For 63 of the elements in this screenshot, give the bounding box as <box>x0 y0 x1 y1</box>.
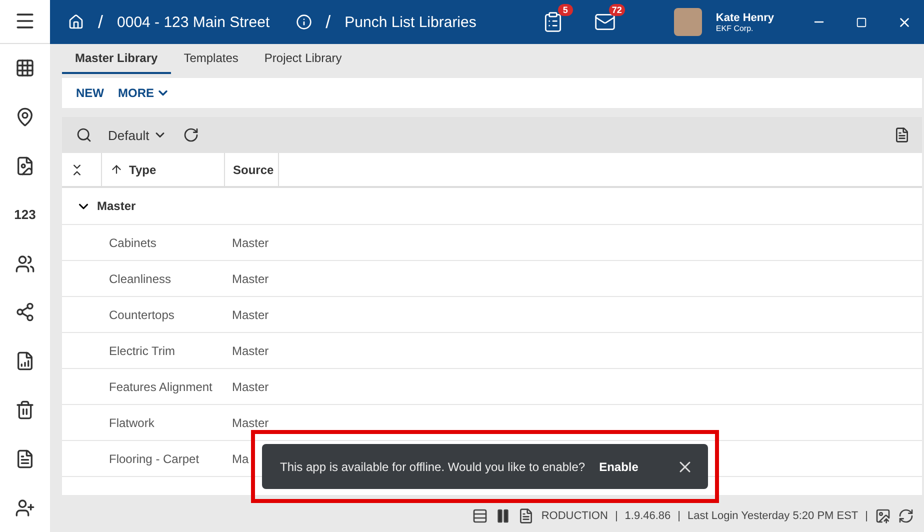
share-icon[interactable] <box>15 302 35 322</box>
status-text: RODUCTION <box>541 510 608 522</box>
status-separator: | <box>678 510 681 522</box>
project-link[interactable]: 0004 - 123 Main Street <box>117 14 270 30</box>
table-cell-text: Master <box>232 416 270 430</box>
numbers-link[interactable]: 123 <box>14 207 36 222</box>
table-cell-text: Master <box>232 272 270 286</box>
table-cell-text: Master <box>232 344 270 358</box>
count-badge: 72 <box>608 4 625 16</box>
table-cell-text: Cabinets <box>109 236 158 250</box>
info-icon[interactable] <box>296 14 312 30</box>
table-cell-text: Master <box>232 236 270 250</box>
maximize-icon[interactable] <box>856 16 867 28</box>
image-document-icon[interactable] <box>15 156 35 176</box>
table-cell-text: Countertops <box>109 308 176 322</box>
image-upload-icon[interactable] <box>875 508 891 524</box>
avatar[interactable] <box>674 8 702 36</box>
apps-icon[interactable] <box>15 58 35 78</box>
mail-icon[interactable] <box>594 11 616 33</box>
toast-message: This app is available for offline. Would you like to enable? <box>280 460 586 474</box>
search-icon[interactable] <box>76 127 92 143</box>
refresh-icon[interactable] <box>183 127 200 143</box>
status-separator: | <box>614 510 618 522</box>
tab[interactable]: Templates <box>170 44 252 74</box>
table-cell-text: Electric Trim <box>109 344 176 358</box>
table-cell-text: Master <box>232 308 270 322</box>
tab[interactable]: Master Library <box>62 44 171 74</box>
report-icon[interactable] <box>15 351 35 372</box>
enable-button[interactable]: Enable <box>599 460 638 474</box>
table-cell-text: Cleanliness <box>109 272 172 286</box>
column-header[interactable]: Type <box>129 162 156 176</box>
export-icon[interactable] <box>894 127 910 143</box>
more-button[interactable]: MORE <box>118 86 170 100</box>
bin-icon[interactable] <box>15 400 35 420</box>
new-button[interactable]: NEW <box>76 86 104 100</box>
group-label: Master <box>97 199 136 213</box>
location-pin-icon[interactable] <box>15 107 35 128</box>
pause-icon[interactable] <box>495 508 512 524</box>
table-cell-text: Features Alignment <box>109 380 214 394</box>
status-text: 1.9.46.86 <box>624 510 671 522</box>
breadcrumb-separator: / <box>98 12 104 32</box>
breadcrumb-separator: / <box>326 12 331 32</box>
people-icon[interactable] <box>15 254 35 274</box>
table-cell-text: Ma <box>232 452 250 466</box>
status-separator: | <box>865 510 868 522</box>
page-title: Punch List Libraries <box>344 14 476 30</box>
rows-icon[interactable] <box>472 508 488 524</box>
document-icon[interactable] <box>15 448 35 469</box>
sort-arrow-icon[interactable] <box>110 163 123 176</box>
view-dropdown[interactable]: Default <box>108 128 168 142</box>
table-cell-text: Flooring - Carpet <box>109 452 200 466</box>
column-header[interactable]: Source <box>233 162 274 176</box>
sync-icon[interactable] <box>898 508 914 524</box>
table-cell-text: Flatwork <box>109 416 156 430</box>
count-badge: 5 <box>558 4 573 16</box>
tab[interactable]: Project Library <box>251 44 355 74</box>
notes-icon[interactable] <box>518 508 534 524</box>
add-user-icon[interactable] <box>15 498 35 518</box>
user-name: Kate Henry <box>716 12 774 24</box>
home-icon[interactable] <box>68 14 84 30</box>
status-text: Last Login Yesterday 5:20 PM EST <box>688 510 858 522</box>
table-cell-text: Master <box>232 380 270 394</box>
user-company: EKF Corp. <box>716 24 754 32</box>
